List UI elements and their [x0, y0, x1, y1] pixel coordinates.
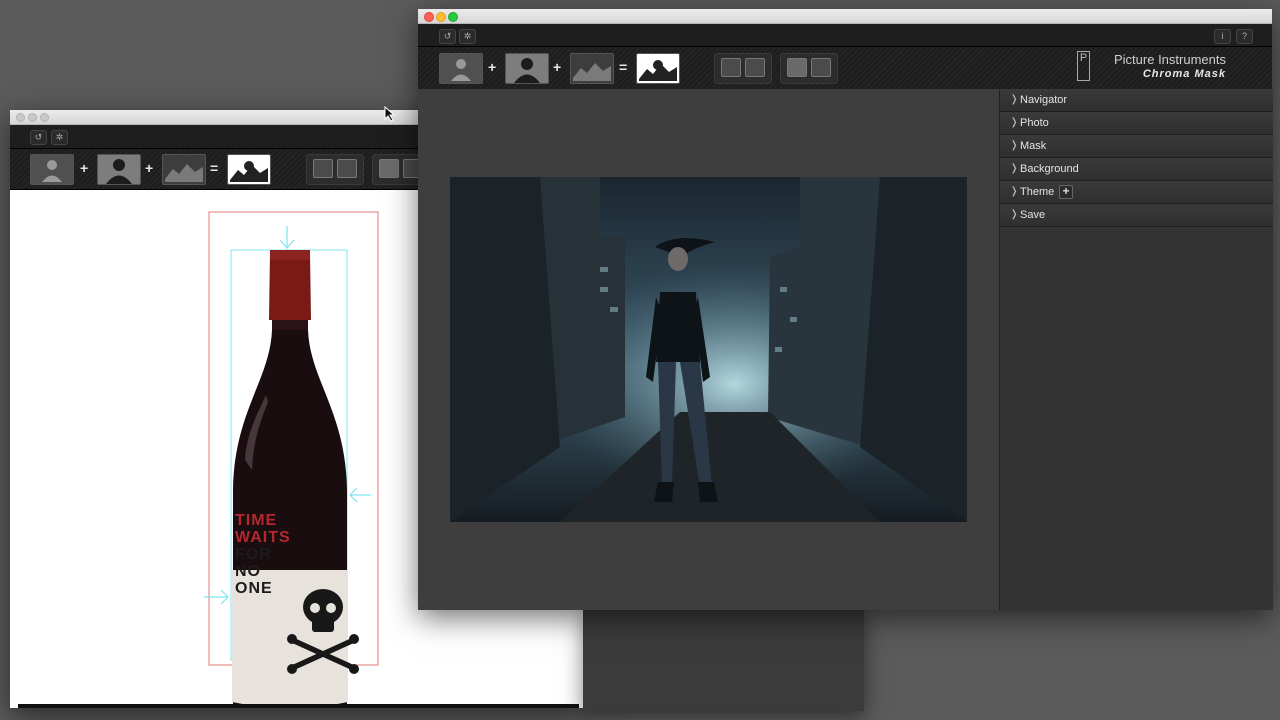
gear-icon[interactable]: ✲: [51, 130, 68, 145]
person-icon[interactable]: [439, 53, 483, 84]
landscape-icon[interactable]: [570, 53, 614, 84]
reset-icon[interactable]: ↺: [439, 29, 456, 44]
chevron-right-icon: ❭: [1010, 209, 1019, 220]
result-icon[interactable]: [636, 53, 680, 84]
panel-item-navigator[interactable]: ❭ Navigator: [1000, 89, 1273, 112]
main-window: ↺ ✲ i ? + + = P Picture Instruments Chro…: [418, 9, 1273, 610]
image-io-group: [714, 53, 772, 84]
horizontal-scrollbar[interactable]: [18, 704, 579, 708]
landscape-icon[interactable]: [162, 154, 206, 185]
chevron-right-icon: ❭: [1010, 186, 1019, 197]
chevron-right-icon: ❭: [1010, 140, 1019, 151]
minimize-icon[interactable]: [436, 12, 446, 22]
silhouette-icon[interactable]: [97, 154, 141, 185]
image-load-icon[interactable]: [721, 58, 741, 77]
equals-operator: =: [210, 160, 219, 176]
panel-item-mask[interactable]: ❭ Mask: [1000, 135, 1273, 158]
label-line: ONE: [235, 580, 273, 597]
panel-item-label: Navigator: [1020, 94, 1068, 106]
panel-item-label: Photo: [1020, 117, 1049, 129]
folder-icon[interactable]: [379, 159, 399, 178]
minimize-icon[interactable]: [28, 113, 37, 122]
silhouette-icon[interactable]: [505, 53, 549, 84]
plus-operator: +: [553, 59, 562, 75]
gear-icon[interactable]: ✲: [459, 29, 476, 44]
plus-operator: +: [488, 59, 497, 75]
panel-item-save[interactable]: ❭ Save: [1000, 204, 1273, 227]
result-icon[interactable]: [227, 154, 271, 185]
chevron-right-icon: ❭: [1010, 94, 1019, 105]
label-line: TIME: [235, 512, 278, 529]
side-panel: ❭ Navigator ❭ Photo ❭ Mask ❭ Background …: [999, 89, 1273, 610]
close-icon[interactable]: [16, 113, 25, 122]
main-minibar: ↺ ✲ i ?: [418, 24, 1272, 46]
folder-icon[interactable]: [787, 58, 807, 77]
person-icon[interactable]: [30, 154, 74, 185]
panel-item-theme[interactable]: ❭ Theme +: [1000, 181, 1273, 204]
panel-item-background[interactable]: ❭ Background: [1000, 158, 1273, 181]
plus-operator: +: [145, 160, 154, 176]
preview-area[interactable]: [418, 89, 999, 610]
cursor-icon: [384, 106, 396, 122]
save-icon[interactable]: [811, 58, 831, 77]
panel-item-label: Theme: [1020, 186, 1055, 198]
plus-operator: +: [80, 160, 89, 176]
help-button[interactable]: ?: [1236, 29, 1253, 44]
panel-item-label: Background: [1020, 163, 1079, 175]
background-window: [583, 608, 864, 711]
save-icon[interactable]: [745, 58, 765, 77]
bottle-label-text: TIME WAITS FOR NO ONE: [235, 512, 291, 597]
zoom-icon[interactable]: [448, 12, 458, 22]
panel-item-label: Save: [1020, 209, 1046, 221]
chevron-right-icon: ❭: [1010, 117, 1019, 128]
image-io-group: [306, 154, 364, 185]
panel-item-photo[interactable]: ❭ Photo: [1000, 112, 1273, 135]
main-titlebar[interactable]: [418, 9, 1272, 24]
save-icon[interactable]: [337, 159, 357, 178]
file-group: [780, 53, 838, 84]
product-name: Chroma Mask: [1142, 68, 1226, 80]
composite-preview: [450, 177, 967, 522]
brand-mark: P: [1077, 51, 1090, 81]
label-line: FOR: [235, 546, 272, 563]
label-line: NO: [235, 563, 261, 580]
add-theme-button[interactable]: +: [1059, 185, 1073, 199]
image-load-icon[interactable]: [313, 159, 333, 178]
zoom-icon[interactable]: [40, 113, 49, 122]
info-button[interactable]: i: [1214, 29, 1231, 44]
panel-item-label: Mask: [1020, 140, 1047, 152]
equals-operator: =: [619, 59, 628, 75]
reset-icon[interactable]: ↺: [30, 130, 47, 145]
brand-name: Picture Instruments: [1114, 52, 1226, 67]
chevron-right-icon: ❭: [1010, 163, 1019, 174]
close-icon[interactable]: [424, 12, 434, 22]
label-line: WAITS: [235, 529, 291, 546]
